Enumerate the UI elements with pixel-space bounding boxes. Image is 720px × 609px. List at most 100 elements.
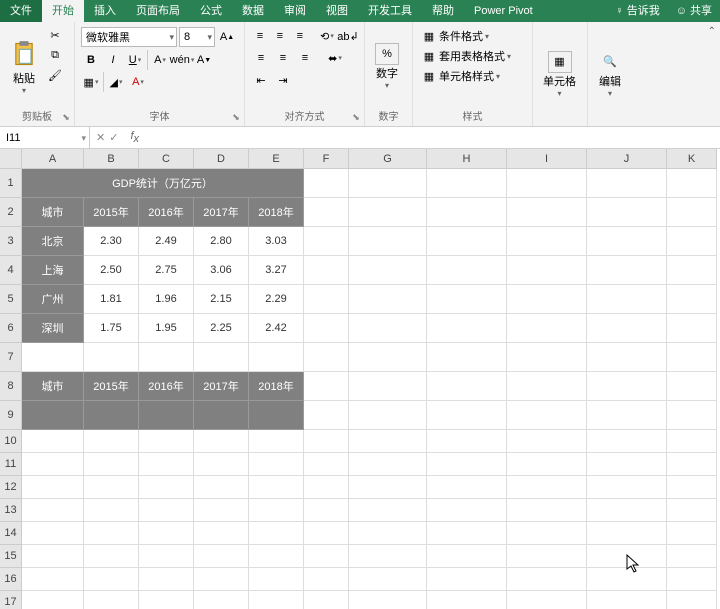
- wrap-text-button[interactable]: ab↲: [338, 26, 358, 46]
- cell[interactable]: 2.30: [84, 227, 139, 256]
- number-format-button[interactable]: % 数字 ▾: [369, 24, 405, 108]
- cut-button[interactable]: ✂: [46, 26, 64, 44]
- cell[interactable]: 1.75: [84, 314, 139, 343]
- cell[interactable]: [507, 401, 587, 430]
- cell[interactable]: 2.15: [194, 285, 249, 314]
- clipboard-launcher[interactable]: ⬊: [60, 112, 72, 124]
- tell-me[interactable]: ♀ 告诉我: [607, 0, 667, 22]
- cell[interactable]: [587, 256, 667, 285]
- cell[interactable]: [427, 314, 507, 343]
- decrease-indent-button[interactable]: ⇤: [251, 70, 271, 90]
- border-button[interactable]: ▦: [81, 72, 101, 92]
- cell[interactable]: [349, 256, 427, 285]
- cell[interactable]: [587, 372, 667, 401]
- cell[interactable]: [304, 522, 349, 545]
- cell[interactable]: [194, 499, 249, 522]
- cell[interactable]: [667, 227, 717, 256]
- cell[interactable]: [427, 198, 507, 227]
- cell[interactable]: [304, 591, 349, 609]
- cell[interactable]: [22, 401, 84, 430]
- cell[interactable]: [667, 169, 717, 198]
- cell[interactable]: [249, 430, 304, 453]
- cell[interactable]: [22, 430, 84, 453]
- font-launcher[interactable]: ⬊: [230, 112, 242, 124]
- font-color-button[interactable]: A: [128, 72, 148, 92]
- underline-button[interactable]: U: [125, 50, 145, 70]
- cell[interactable]: [507, 476, 587, 499]
- paste-button[interactable]: 粘贴 ▾: [4, 24, 44, 108]
- col-header[interactable]: D: [194, 149, 249, 169]
- cell[interactable]: [304, 227, 349, 256]
- cell[interactable]: [84, 568, 139, 591]
- cell[interactable]: [249, 343, 304, 372]
- cell[interactable]: [304, 169, 349, 198]
- cell[interactable]: [507, 198, 587, 227]
- cell[interactable]: 2.42: [249, 314, 304, 343]
- cell[interactable]: 3.27: [249, 256, 304, 285]
- cell[interactable]: [587, 401, 667, 430]
- cell[interactable]: 2018年: [249, 198, 304, 227]
- cell[interactable]: [84, 343, 139, 372]
- cell[interactable]: [84, 401, 139, 430]
- orientation-button[interactable]: ⟲: [318, 26, 336, 46]
- cell[interactable]: [507, 568, 587, 591]
- cell[interactable]: [427, 343, 507, 372]
- cell[interactable]: [427, 169, 507, 198]
- cell[interactable]: [587, 453, 667, 476]
- cell[interactable]: [194, 430, 249, 453]
- row-header[interactable]: 17: [0, 591, 22, 609]
- cell[interactable]: 北京: [22, 227, 84, 256]
- cell[interactable]: [507, 285, 587, 314]
- cell[interactable]: [667, 568, 717, 591]
- row-header[interactable]: 13: [0, 499, 22, 522]
- cell[interactable]: [139, 545, 194, 568]
- phonetic-button[interactable]: wén: [172, 50, 192, 70]
- row-header[interactable]: 12: [0, 476, 22, 499]
- cell[interactable]: [427, 285, 507, 314]
- cell[interactable]: [349, 591, 427, 609]
- cell[interactable]: [194, 591, 249, 609]
- tab-power-pivot[interactable]: Power Pivot: [464, 0, 543, 22]
- row-header[interactable]: 16: [0, 568, 22, 591]
- tab-file[interactable]: 文件: [0, 0, 42, 22]
- cell[interactable]: [667, 430, 717, 453]
- font-size-combo[interactable]: 8: [179, 27, 215, 47]
- tab-review[interactable]: 审阅: [274, 0, 316, 22]
- cell[interactable]: [667, 372, 717, 401]
- cell[interactable]: [349, 499, 427, 522]
- cell[interactable]: [587, 169, 667, 198]
- cell[interactable]: [249, 545, 304, 568]
- cell[interactable]: [194, 401, 249, 430]
- align-bottom-button[interactable]: ≡: [291, 26, 309, 46]
- cell[interactable]: [194, 545, 249, 568]
- cell[interactable]: [349, 401, 427, 430]
- cell[interactable]: [427, 476, 507, 499]
- cell[interactable]: [139, 343, 194, 372]
- cell-styles-button[interactable]: ▦单元格样式▾: [419, 66, 526, 86]
- cell[interactable]: [249, 522, 304, 545]
- cell[interactable]: [667, 545, 717, 568]
- cell[interactable]: [194, 476, 249, 499]
- cell[interactable]: [587, 285, 667, 314]
- cell[interactable]: [22, 476, 84, 499]
- cell[interactable]: [587, 545, 667, 568]
- cell[interactable]: [587, 476, 667, 499]
- col-header[interactable]: K: [667, 149, 717, 169]
- fill-color-button[interactable]: ◢: [106, 72, 126, 92]
- cell[interactable]: 3.06: [194, 256, 249, 285]
- cell[interactable]: [84, 545, 139, 568]
- cell[interactable]: [304, 198, 349, 227]
- copy-button[interactable]: ⧉: [46, 46, 64, 64]
- cell[interactable]: [587, 568, 667, 591]
- cell[interactable]: 2016年: [139, 372, 194, 401]
- cell[interactable]: 1.81: [84, 285, 139, 314]
- formula-input[interactable]: [145, 128, 720, 148]
- cell[interactable]: 2.29: [249, 285, 304, 314]
- cell[interactable]: [667, 256, 717, 285]
- cell[interactable]: [349, 568, 427, 591]
- cell[interactable]: GDP统计（万亿元）: [22, 169, 304, 198]
- cell[interactable]: [84, 591, 139, 609]
- cell[interactable]: [349, 476, 427, 499]
- cell[interactable]: [427, 227, 507, 256]
- cell[interactable]: [249, 476, 304, 499]
